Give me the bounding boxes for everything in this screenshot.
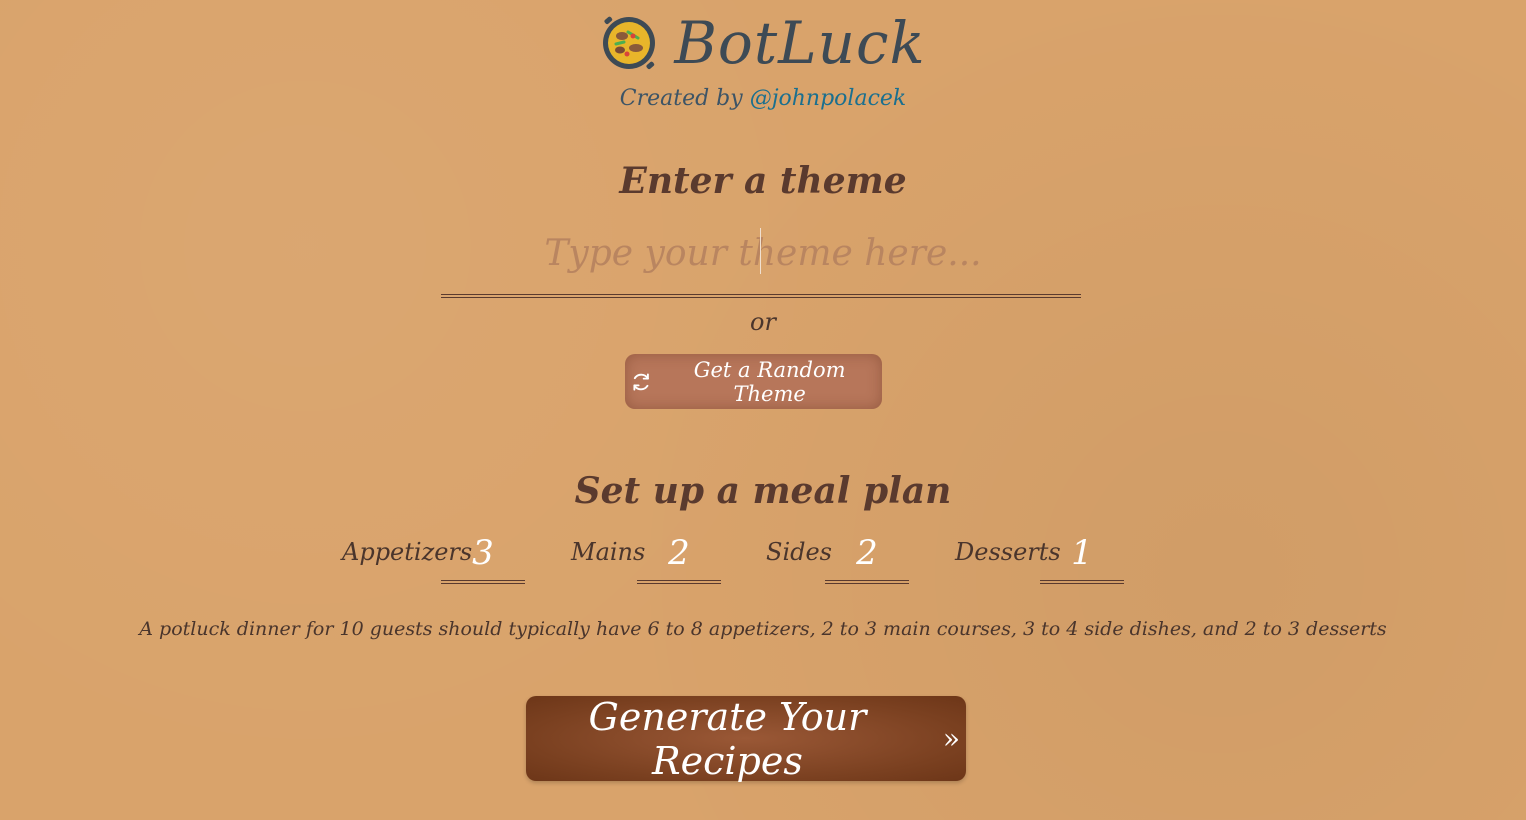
theme-heading: Enter a theme xyxy=(619,160,907,202)
double-chevron-right-icon: » xyxy=(942,722,960,755)
credit-line: Created by @johnpolacek xyxy=(0,86,1526,111)
mains-label: Mains xyxy=(571,538,646,566)
sides-label: Sides xyxy=(766,538,832,566)
random-theme-label: Get a Random Theme xyxy=(693,357,846,406)
generate-recipes-label: Generate Your Recipes xyxy=(588,694,867,783)
desserts-input[interactable] xyxy=(1040,526,1124,584)
text-caret xyxy=(760,228,761,274)
random-theme-button[interactable]: Get a Random Theme xyxy=(625,354,882,409)
author-link[interactable]: @johnpolacek xyxy=(750,86,907,111)
theme-input[interactable] xyxy=(441,222,1085,284)
meal-plan-heading: Set up a meal plan xyxy=(574,470,952,512)
or-separator: or xyxy=(750,308,776,336)
meal-plan-hint: A potluck dinner for 10 guests should ty… xyxy=(139,618,1387,640)
header: BotLuck xyxy=(0,14,1526,72)
credit-prefix: Created by xyxy=(619,86,750,111)
appetizers-input[interactable] xyxy=(441,526,525,584)
generate-recipes-button[interactable]: Generate Your Recipes » xyxy=(526,694,966,783)
theme-input-wrapper xyxy=(441,222,1085,298)
sides-input[interactable] xyxy=(825,526,909,584)
mains-input[interactable] xyxy=(637,526,721,584)
paella-pan-icon xyxy=(603,16,656,70)
refresh-icon xyxy=(633,372,649,391)
brand-name: BotLuck xyxy=(674,9,926,77)
meal-plan-row: Appetizers Mains Sides Desserts xyxy=(0,526,1526,596)
